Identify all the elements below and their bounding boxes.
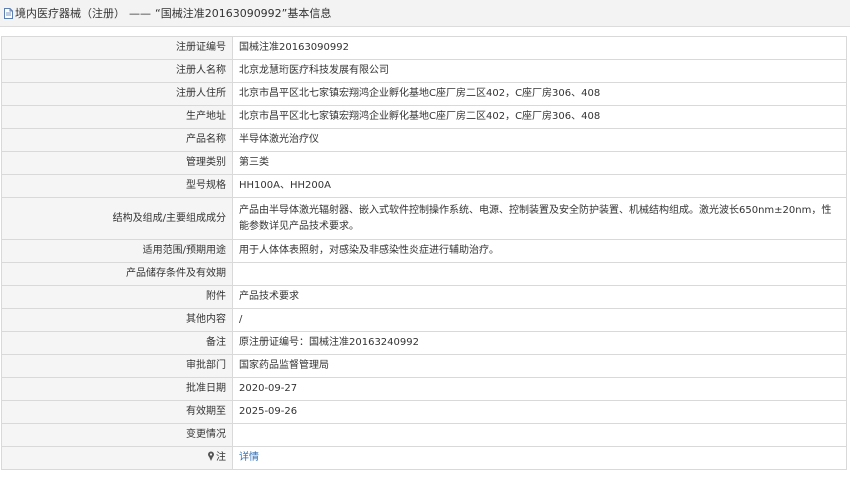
row-label: 生产地址	[1, 105, 233, 129]
row-value: 原注册证编号：国械注准20163240992	[232, 331, 847, 355]
table-row: 备注 原注册证编号：国械注准20163240992	[1, 331, 847, 355]
row-value: 产品技术要求	[232, 285, 847, 309]
table-row: 变更情况	[1, 423, 847, 447]
table-row: 适用范围/预期用途 用于人体体表照射，对感染及非感染性炎症进行辅助治疗。	[1, 239, 847, 263]
note-label: 注	[216, 452, 226, 463]
row-label: 注册人住所	[1, 82, 233, 106]
header-separator: ——	[129, 6, 151, 20]
row-label: 注册人名称	[1, 59, 233, 83]
info-table: 注册证编号 国械注准20163090992 注册人名称 北京龙慧珩医疗科技发展有…	[1, 36, 847, 470]
row-label: 批准日期	[1, 377, 233, 401]
table-row: 注册人名称 北京龙慧珩医疗科技发展有限公司	[1, 59, 847, 83]
table-row: 批准日期 2020-09-27	[1, 377, 847, 401]
row-value: /	[232, 308, 847, 332]
table-row: 产品储存条件及有效期	[1, 262, 847, 286]
pin-icon	[207, 451, 215, 461]
row-label: 产品储存条件及有效期	[1, 262, 233, 286]
table-row: 其他内容 /	[1, 308, 847, 332]
table-row: 有效期至 2025-09-26	[1, 400, 847, 424]
note-value-cell: 详情	[232, 446, 847, 470]
row-value: 2020-09-27	[232, 377, 847, 401]
table-row: 生产地址 北京市昌平区北七家镇宏翔鸿企业孵化基地C座厂房二区402，C座厂房30…	[1, 105, 847, 129]
header-category: 境内医疗器械（注册）	[15, 7, 125, 20]
row-label: 管理类别	[1, 151, 233, 175]
note-label-cell: 注	[1, 446, 233, 470]
header-title: “国械注准20163090992”基本信息	[155, 7, 332, 20]
row-label: 有效期至	[1, 400, 233, 424]
row-value	[232, 423, 847, 447]
row-value: 北京龙慧珩医疗科技发展有限公司	[232, 59, 847, 83]
row-value: 用于人体体表照射，对感染及非感染性炎症进行辅助治疗。	[232, 239, 847, 263]
row-value: 北京市昌平区北七家镇宏翔鸿企业孵化基地C座厂房二区402，C座厂房306、408	[232, 82, 847, 106]
row-label: 备注	[1, 331, 233, 355]
table-row: 注册证编号 国械注准20163090992	[1, 36, 847, 60]
row-value: HH100A、HH200A	[232, 174, 847, 198]
row-label: 结构及组成/主要组成成分	[1, 197, 233, 240]
row-value: 北京市昌平区北七家镇宏翔鸿企业孵化基地C座厂房二区402，C座厂房306、408	[232, 105, 847, 129]
row-value: 半导体激光治疗仪	[232, 128, 847, 152]
row-value: 产品由半导体激光辐射器、嵌入式软件控制操作系统、电源、控制装置及安全防护装置、机…	[232, 197, 847, 240]
row-label: 产品名称	[1, 128, 233, 152]
table-row: 管理类别 第三类	[1, 151, 847, 175]
detail-link[interactable]: 详情	[239, 452, 259, 463]
page-header: 境内医疗器械（注册） —— “国械注准20163090992”基本信息	[0, 0, 850, 27]
table-row: 产品名称 半导体激光治疗仪	[1, 128, 847, 152]
row-label: 适用范围/预期用途	[1, 239, 233, 263]
table-row: 附件 产品技术要求	[1, 285, 847, 309]
table-row: 审批部门 国家药品监督管理局	[1, 354, 847, 378]
row-label: 注册证编号	[1, 36, 233, 60]
row-label: 型号规格	[1, 174, 233, 198]
row-value: 第三类	[232, 151, 847, 175]
table-row: 注册人住所 北京市昌平区北七家镇宏翔鸿企业孵化基地C座厂房二区402，C座厂房3…	[1, 82, 847, 106]
row-label: 附件	[1, 285, 233, 309]
row-label: 其他内容	[1, 308, 233, 332]
row-value	[232, 262, 847, 286]
row-value: 国械注准20163090992	[232, 36, 847, 60]
table-row-note: 注 详情	[1, 446, 847, 470]
table-row: 型号规格 HH100A、HH200A	[1, 174, 847, 198]
table-row: 结构及组成/主要组成成分 产品由半导体激光辐射器、嵌入式软件控制操作系统、电源、…	[1, 197, 847, 240]
row-label: 变更情况	[1, 423, 233, 447]
row-value: 国家药品监督管理局	[232, 354, 847, 378]
row-value: 2025-09-26	[232, 400, 847, 424]
row-label: 审批部门	[1, 354, 233, 378]
document-icon	[4, 7, 13, 19]
